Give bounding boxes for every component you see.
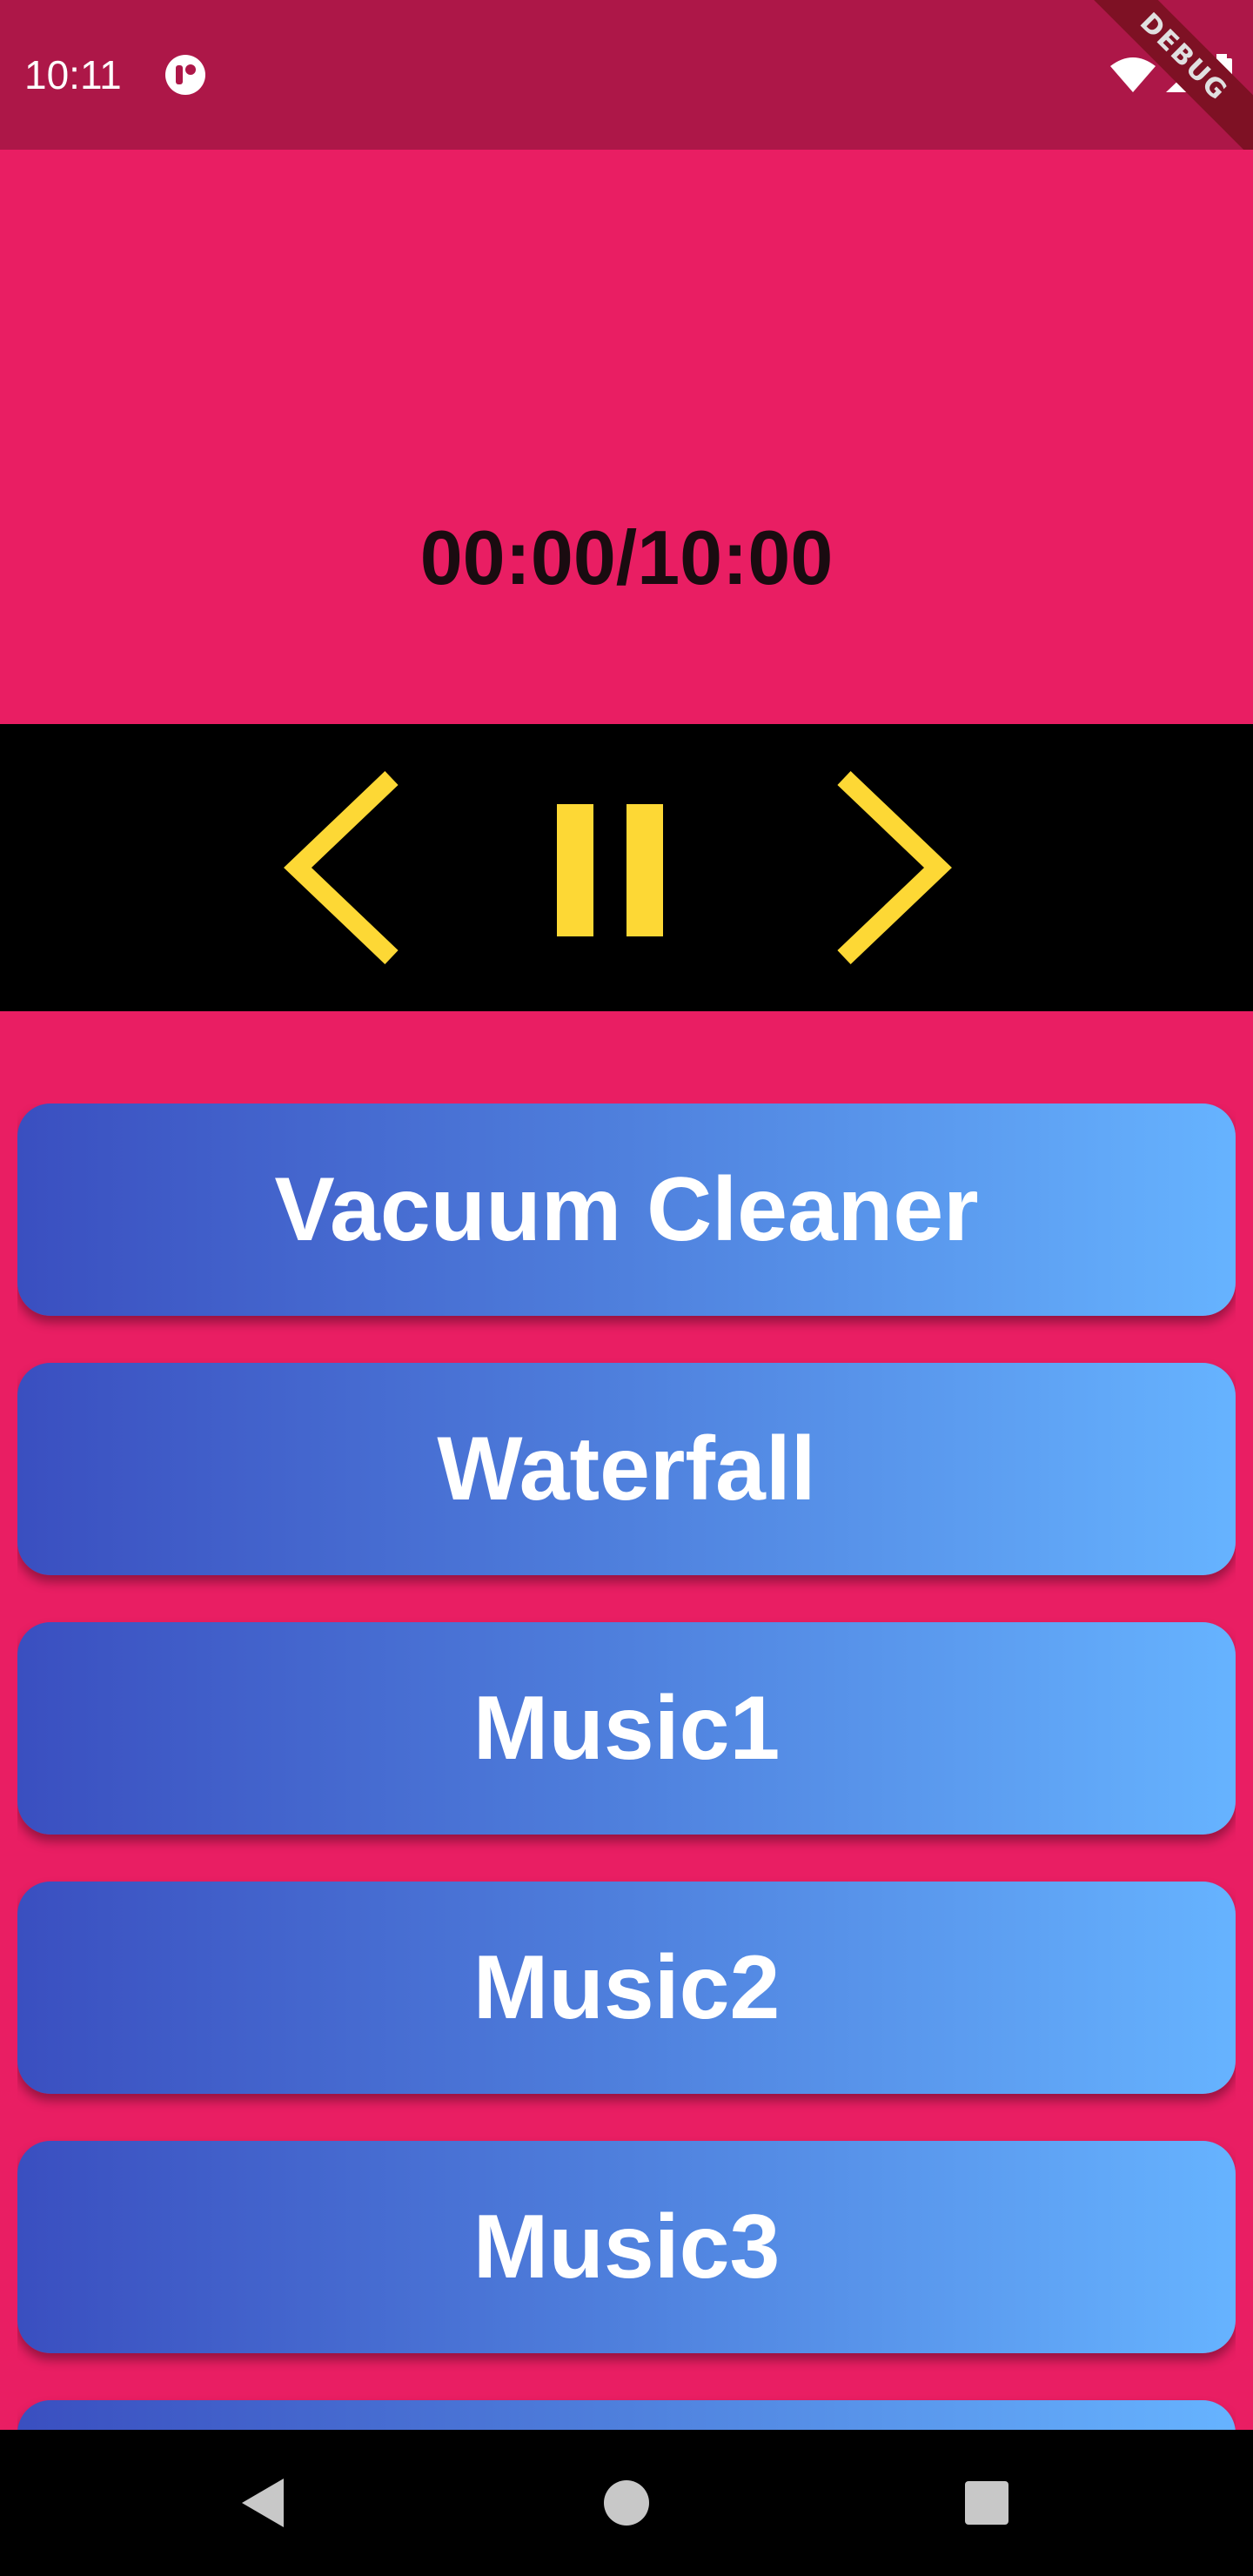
pause-button[interactable] [539,794,679,942]
track-button-music2[interactable]: Music2 [17,1882,1236,2094]
wifi-icon [1110,57,1156,92]
next-button[interactable] [818,768,957,968]
recents-square-icon[interactable] [955,2472,1018,2534]
track-button-music1[interactable]: Music1 [17,1622,1236,1835]
status-time: 10:11 [24,52,122,97]
system-nav-bar [0,2430,1253,2576]
track-button-partial[interactable] [17,2400,1236,2430]
pause-icon [557,804,663,936]
chevron-right-icon [837,771,952,964]
back-triangle-icon[interactable] [231,2472,294,2534]
track-button-music3[interactable]: Music3 [17,2141,1236,2353]
timer-panel: 00:00/10:00 [0,150,1253,724]
home-circle-icon[interactable] [595,2472,658,2534]
chevron-left-icon [284,771,399,964]
previous-button[interactable] [278,768,418,968]
status-bar: 10:11 DEBUG [0,0,1253,166]
track-list: Vacuum Cleaner Waterfall Music1 Music2 M… [17,1104,1236,2430]
playback-timer: 00:00/10:00 [419,514,834,600]
track-button-waterfall[interactable]: Waterfall [17,1363,1236,1575]
app-notification-icon [165,55,205,95]
track-button-vacuum-cleaner[interactable]: Vacuum Cleaner [17,1104,1236,1316]
playback-controls [0,724,1253,1011]
